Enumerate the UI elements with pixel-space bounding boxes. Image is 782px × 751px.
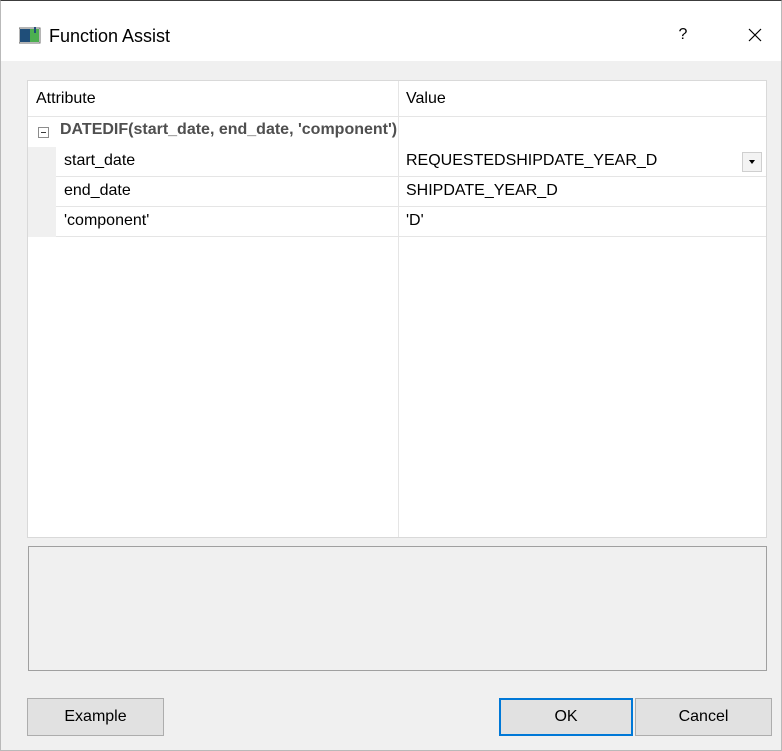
help-button[interactable]: ? [663,17,703,53]
attribute-name: 'component' [64,212,150,229]
table-row[interactable]: start_date REQUESTEDSHIPDATE_YEAR_D [28,147,766,177]
function-signature: DATEDIF(start_date, end_date, 'component… [60,121,398,138]
header-value[interactable]: Value [406,81,446,117]
attribute-value[interactable]: SHIPDATE_YEAR_D [406,182,558,200]
table-row[interactable]: 'component' 'D' [28,207,766,237]
row-indent [28,207,56,237]
description-panel [28,546,767,671]
close-icon [748,28,762,42]
title-bar: Function Assist ? [1,1,781,61]
attribute-name: end_date [64,182,131,199]
function-assist-dialog: Function Assist ? Attribute Value DATEDI… [0,0,782,751]
header-attribute[interactable]: Attribute [36,81,96,117]
cancel-button[interactable]: Cancel [635,698,772,736]
function-group-row[interactable]: DATEDIF(start_date, end_date, 'component… [28,117,766,147]
app-icon [19,27,41,44]
row-divider [56,236,766,237]
window-title: Function Assist [49,26,171,46]
row-indent [28,147,56,177]
close-button[interactable] [735,17,775,53]
ok-button[interactable]: OK [499,698,633,736]
example-button[interactable]: Example [27,698,164,736]
help-icon: ? [678,26,688,43]
chevron-down-icon[interactable] [742,152,762,172]
attribute-value[interactable]: 'D' [406,212,424,230]
attribute-tree[interactable]: Attribute Value DATEDIF(start_date, end_… [27,80,767,538]
table-row[interactable]: end_date SHIPDATE_YEAR_D [28,177,766,207]
collapse-icon[interactable] [38,127,49,138]
row-indent [28,177,56,207]
attribute-name: start_date [64,152,136,169]
attribute-value[interactable]: REQUESTEDSHIPDATE_YEAR_D [406,152,657,170]
